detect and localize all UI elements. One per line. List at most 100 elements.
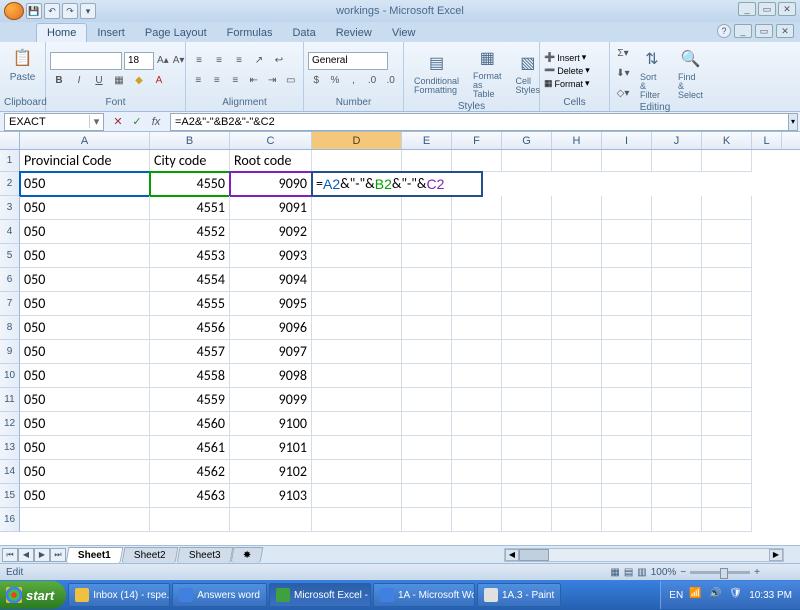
row-header-9[interactable]: 9 — [0, 340, 20, 364]
cell-b12[interactable]: 4560 — [150, 412, 230, 436]
border-button[interactable]: ▦ — [110, 72, 128, 90]
cell-c3[interactable]: 9091 — [230, 196, 312, 220]
cell-b11[interactable]: 4559 — [150, 388, 230, 412]
cell-c5[interactable]: 9093 — [230, 244, 312, 268]
cell-c10[interactable]: 9098 — [230, 364, 312, 388]
horizontal-scrollbar[interactable]: ◀ ▶ — [504, 548, 784, 562]
align-right[interactable]: ≡ — [227, 72, 244, 90]
cell-a3[interactable]: 050 — [20, 196, 150, 220]
formula-input[interactable]: =A2&"-"&B2&"-"&C2 — [170, 113, 796, 131]
cell-b10[interactable]: 4558 — [150, 364, 230, 388]
cell-c12[interactable]: 9100 — [230, 412, 312, 436]
cell-a11[interactable]: 050 — [20, 388, 150, 412]
cell-a14[interactable]: 050 — [20, 460, 150, 484]
close-button[interactable]: ✕ — [778, 2, 796, 16]
cell-b15[interactable]: 4563 — [150, 484, 230, 508]
number-format[interactable] — [308, 52, 388, 70]
row-header-1[interactable]: 1 — [0, 150, 20, 172]
col-header-a[interactable]: A — [20, 132, 150, 149]
col-header-j[interactable]: J — [652, 132, 702, 149]
office-button[interactable] — [4, 2, 24, 20]
cell-b1[interactable]: City code — [150, 150, 230, 172]
expand-formula-bar[interactable]: ▾ — [788, 113, 798, 131]
tab-home[interactable]: Home — [36, 23, 87, 42]
doc-minimize[interactable]: _ — [734, 24, 752, 38]
cell-d4[interactable] — [312, 220, 402, 244]
fill[interactable]: ⬇▾ — [614, 64, 632, 82]
cell-b7[interactable]: 4555 — [150, 292, 230, 316]
col-header-b[interactable]: B — [150, 132, 230, 149]
cell-d2-editing[interactable]: =A2&"-"&B2&"-"&C2 — [312, 172, 482, 196]
tray-clock[interactable]: 10:33 PM — [749, 590, 792, 601]
cancel-formula[interactable]: ✕ — [110, 114, 126, 130]
tab-view[interactable]: View — [382, 24, 426, 42]
cell-c1[interactable]: Root code — [230, 150, 312, 172]
row-header-11[interactable]: 11 — [0, 388, 20, 412]
save-button[interactable]: 💾 — [26, 3, 42, 19]
shrink-font[interactable]: A▾ — [172, 52, 186, 70]
help-button[interactable]: ? — [717, 24, 731, 38]
increase-decimal[interactable]: .0 — [364, 72, 381, 90]
doc-close[interactable]: ✕ — [776, 24, 794, 38]
cell-d8[interactable] — [312, 316, 402, 340]
doc-restore[interactable]: ▭ — [755, 24, 773, 38]
scroll-right[interactable]: ▶ — [769, 549, 783, 561]
cell-d14[interactable] — [312, 460, 402, 484]
align-left[interactable]: ≡ — [190, 72, 207, 90]
cell-d9[interactable] — [312, 340, 402, 364]
qat-customize[interactable]: ▾ — [80, 3, 96, 19]
merge-center[interactable]: ▭ — [283, 72, 300, 90]
underline-button[interactable]: U — [90, 72, 108, 90]
cell-c7[interactable]: 9095 — [230, 292, 312, 316]
currency[interactable]: $ — [308, 72, 325, 90]
col-header-l[interactable]: L — [752, 132, 782, 149]
row-header-4[interactable]: 4 — [0, 220, 20, 244]
cell-c9[interactable]: 9097 — [230, 340, 312, 364]
sheet-tab-2[interactable]: Sheet2 — [121, 547, 178, 563]
cell-d15[interactable] — [312, 484, 402, 508]
cell-c14[interactable]: 9102 — [230, 460, 312, 484]
cell-d7[interactable] — [312, 292, 402, 316]
delete-cells[interactable]: ➖ Delete ▾ — [544, 65, 605, 76]
scroll-thumb[interactable] — [519, 549, 549, 561]
cell-c13[interactable]: 9101 — [230, 436, 312, 460]
col-header-k[interactable]: K — [702, 132, 752, 149]
cell-d12[interactable] — [312, 412, 402, 436]
cell-d13[interactable] — [312, 436, 402, 460]
cell-d10[interactable] — [312, 364, 402, 388]
cell-b13[interactable]: 4561 — [150, 436, 230, 460]
row-header-12[interactable]: 12 — [0, 412, 20, 436]
align-center[interactable]: ≡ — [209, 72, 226, 90]
cell-c4[interactable]: 9092 — [230, 220, 312, 244]
system-tray[interactable]: EN 📶 🔊 🛡 10:33 PM — [660, 581, 800, 609]
col-header-e[interactable]: E — [402, 132, 452, 149]
task-paint[interactable]: 1A.3 - Paint — [477, 583, 561, 607]
col-header-f[interactable]: F — [452, 132, 502, 149]
row-header-13[interactable]: 13 — [0, 436, 20, 460]
task-word[interactable]: 1A - Microsoft Word — [373, 583, 475, 607]
cell-b8[interactable]: 4556 — [150, 316, 230, 340]
percent[interactable]: % — [327, 72, 344, 90]
format-cells[interactable]: ▦ Format ▾ — [544, 78, 605, 89]
row-header-14[interactable]: 14 — [0, 460, 20, 484]
conditional-formatting[interactable]: ▤Conditional Formatting — [408, 49, 465, 97]
cell-d1[interactable] — [312, 150, 402, 172]
cell-a15[interactable]: 050 — [20, 484, 150, 508]
zoom-in[interactable]: + — [754, 567, 760, 578]
row-header-7[interactable]: 7 — [0, 292, 20, 316]
row-header-16[interactable]: 16 — [0, 508, 20, 532]
row-header-10[interactable]: 10 — [0, 364, 20, 388]
tab-formulas[interactable]: Formulas — [217, 24, 283, 42]
col-header-h[interactable]: H — [552, 132, 602, 149]
new-sheet[interactable]: ✸ — [231, 547, 264, 563]
row-header-3[interactable]: 3 — [0, 196, 20, 220]
fx-button[interactable]: fx — [148, 114, 164, 130]
col-header-i[interactable]: I — [602, 132, 652, 149]
col-header-g[interactable]: G — [502, 132, 552, 149]
row-header-8[interactable]: 8 — [0, 316, 20, 340]
cell-a6[interactable]: 050 — [20, 268, 150, 292]
cell-b4[interactable]: 4552 — [150, 220, 230, 244]
task-excel[interactable]: Microsoft Excel - ... — [269, 583, 371, 607]
cell-a4[interactable]: 050 — [20, 220, 150, 244]
bold-button[interactable]: B — [50, 72, 68, 90]
